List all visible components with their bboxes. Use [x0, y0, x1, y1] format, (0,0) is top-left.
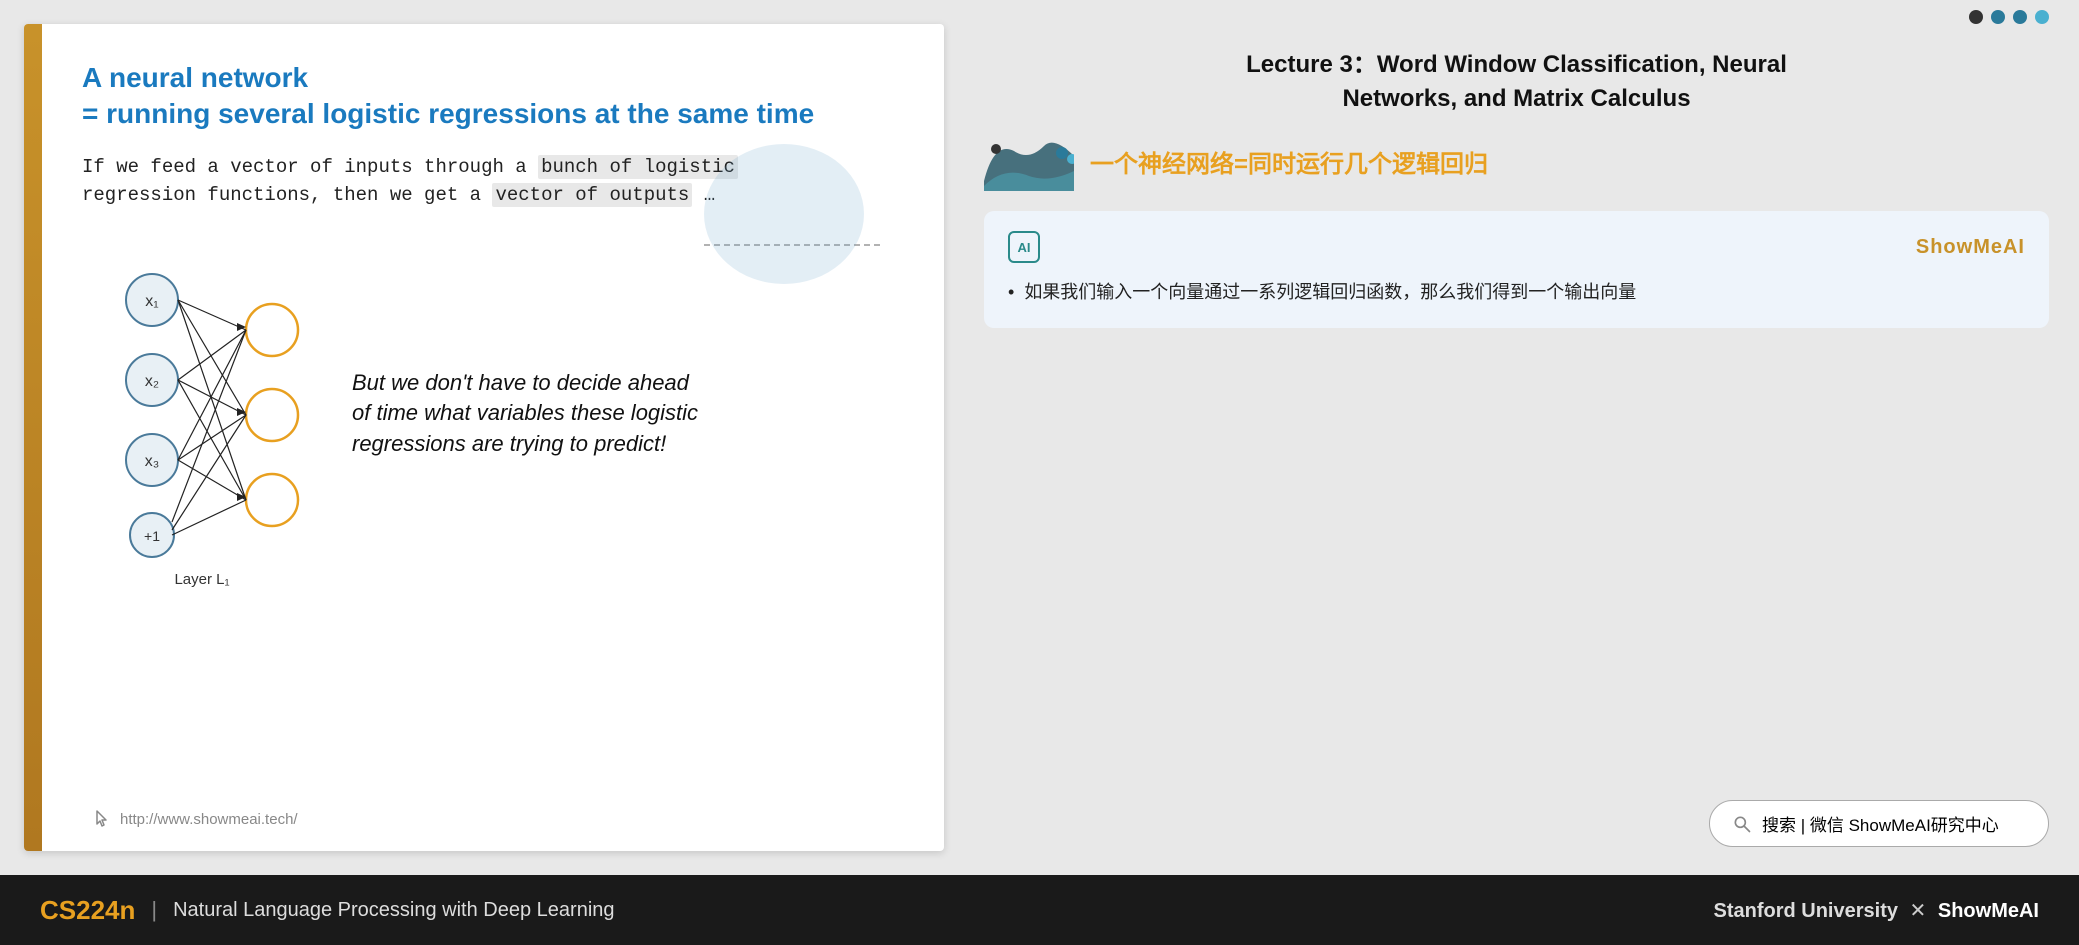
cross-mark: ✕ [1910, 900, 1927, 922]
svg-text:x₂: x₂ [145, 373, 159, 390]
slide-title-line1: A neural network [82, 62, 308, 93]
chinese-title-text: 一个神经网络=同时运行几个逻辑回归 [1090, 144, 1488, 179]
course-name: Natural Language Processing with Deep Le… [173, 899, 614, 922]
search-bar[interactable]: 搜索 | 微信 ShowMeAI研究中心 [1709, 800, 2049, 847]
dot-3 [2013, 10, 2027, 24]
search-bar-area: 搜索 | 微信 ShowMeAI研究中心 [1709, 800, 2049, 847]
slide-panel: A neural network = running several logis… [24, 24, 944, 851]
italic-text: But we don't have to decide ahead of tim… [322, 368, 702, 460]
ai-icon: AI [1008, 231, 1040, 263]
card-bullet-text: 如果我们输入一个向量通过一系列逻辑回归函数，那么我们得到一个输出向量 [1024, 277, 1636, 308]
layer-label: Layer L₁ [82, 571, 322, 588]
nn-diagram-container: x₁ x₂ x₃ +1 [82, 240, 322, 588]
url-text: http://www.showmeai.tech/ [120, 811, 298, 828]
course-separator: | [151, 897, 157, 923]
lecture-title-line1: Lecture 3：Word Window Classification, Ne… [1246, 51, 1787, 78]
slide-title-line2: = running several logistic regressions a… [82, 98, 814, 129]
slide-content: A neural network = running several logis… [42, 24, 944, 851]
lecture-header: Lecture 3：Word Window Classification, Ne… [984, 28, 2049, 131]
lecture-title: Lecture 3：Word Window Classification, Ne… [984, 48, 2049, 115]
showmeai-brand: ShowMeAI [1916, 236, 2025, 259]
brand-name: ShowMeAI [1938, 900, 2039, 922]
right-panel: Lecture 3：Word Window Classification, Ne… [944, 0, 2079, 875]
dots-row [984, 0, 2049, 28]
dot-4 [2035, 10, 2049, 24]
dot-2 [1991, 10, 2005, 24]
svg-text:x₃: x₃ [145, 453, 160, 470]
svg-text:+1: +1 [144, 528, 160, 544]
slide-left-bar [24, 24, 42, 851]
search-text: 搜索 | 微信 ShowMeAI研究中心 [1762, 811, 1999, 836]
lecture-title-line2: Networks, and Matrix Calculus [1342, 85, 1690, 112]
chinese-title-card: 一个神经网络=同时运行几个逻辑回归 [984, 131, 2049, 191]
diagram-area: x₁ x₂ x₃ +1 [82, 240, 904, 588]
showmeai-card-body: • 如果我们输入一个向量通过一系列逻辑回归函数，那么我们得到一个输出向量 [1008, 277, 2025, 308]
cursor-icon [92, 809, 112, 829]
dot-1 [1969, 10, 1983, 24]
svg-text:x₁: x₁ [145, 293, 158, 310]
search-icon [1732, 814, 1752, 834]
showmeai-card-header: AI ShowMeAI [1008, 231, 2025, 263]
nn-svg: x₁ x₂ x₃ +1 [82, 240, 322, 560]
card-bullet: • 如果我们输入一个向量通过一系列逻辑回归函数，那么我们得到一个输出向量 [1008, 277, 2025, 308]
bottom-bar: CS224n | Natural Language Processing wit… [0, 875, 2079, 945]
bottom-right: Stanford University ✕ ShowMeAI [1714, 898, 2040, 923]
university-name: Stanford University [1714, 900, 1898, 922]
teal-graphic [984, 131, 1074, 191]
slide-url: http://www.showmeai.tech/ [92, 809, 298, 829]
showmeai-card: AI ShowMeAI • 如果我们输入一个向量通过一系列逻辑回归函数，那么我们… [984, 211, 2049, 328]
teal-graphic-svg [984, 131, 1074, 191]
course-code: CS224n [40, 895, 135, 926]
bullet-point: • [1008, 277, 1014, 308]
slide-title: A neural network = running several logis… [82, 60, 904, 133]
main-content: A neural network = running several logis… [0, 0, 2079, 875]
